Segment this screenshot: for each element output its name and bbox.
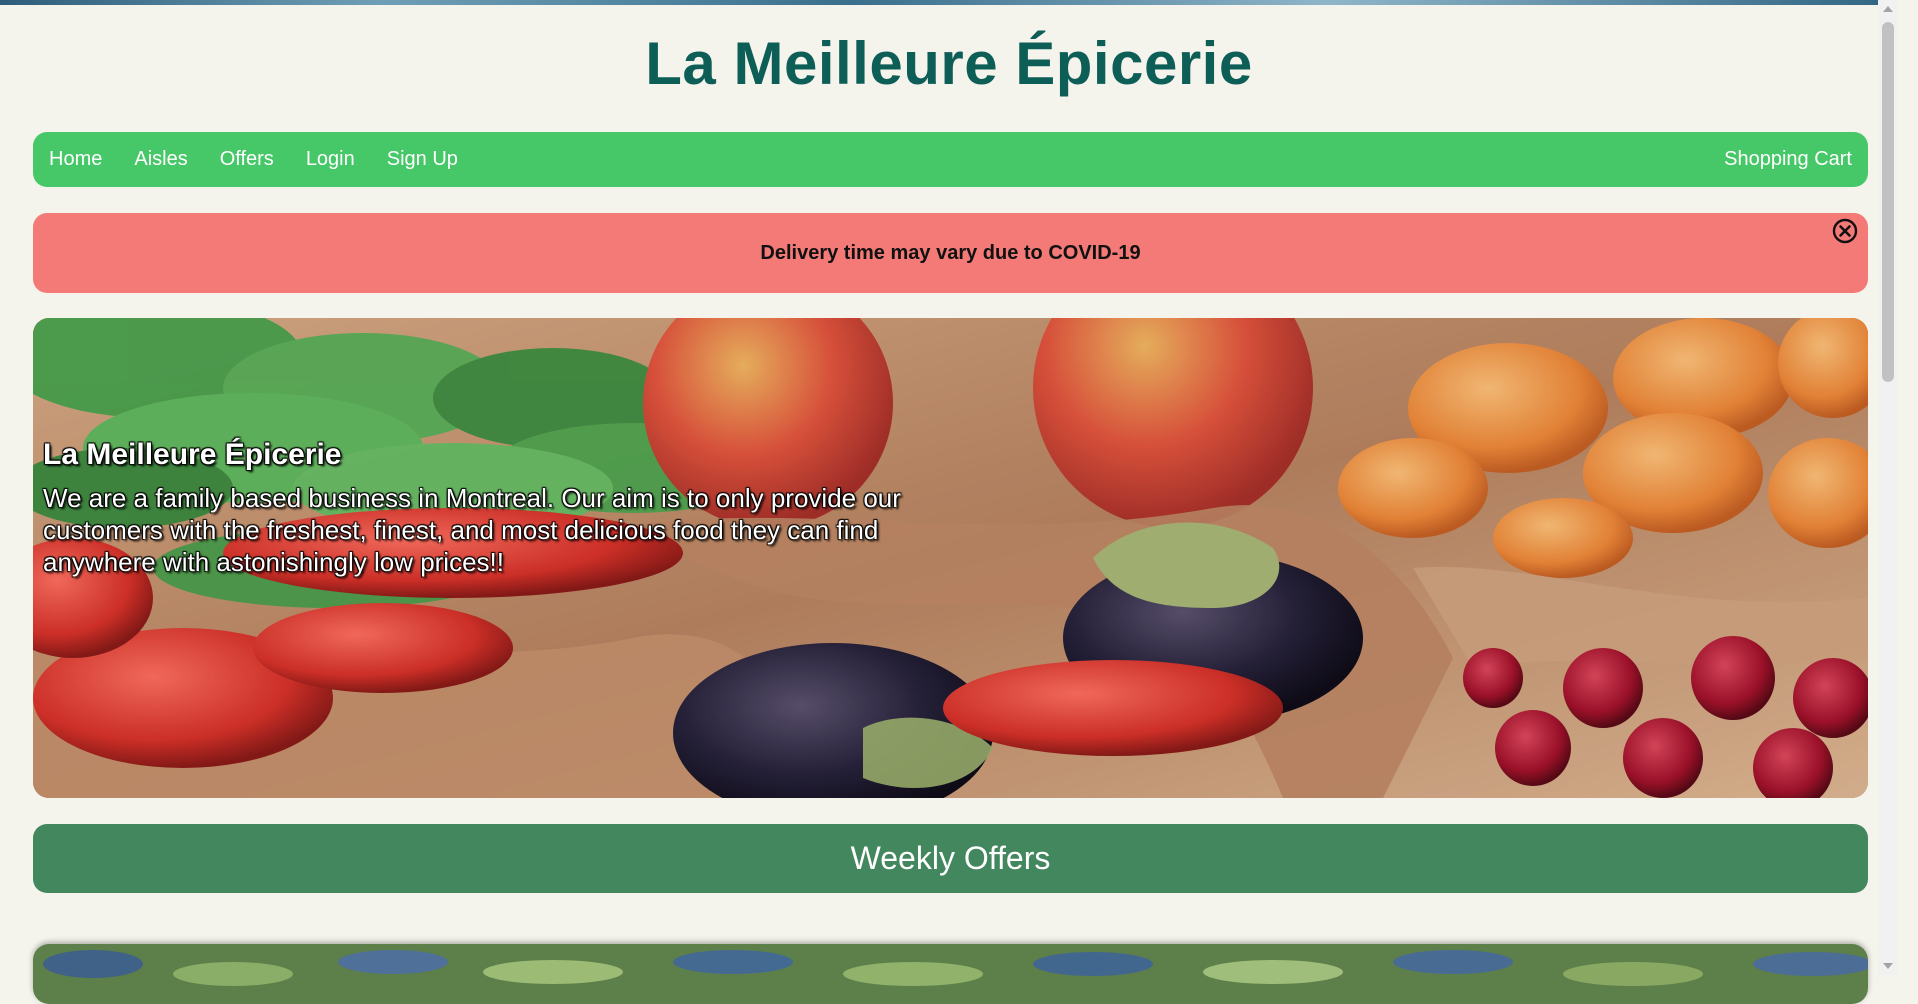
offer-image-preview[interactable] [33,944,1868,1004]
page: La Meilleure Épicerie Home Aisles Offers… [0,0,1898,1004]
weekly-offers-title: Weekly Offers [850,840,1051,876]
nav-item-aisles[interactable]: Aisles [134,132,187,187]
hero-text-block: La Meilleure Épicerie We are a family ba… [43,436,983,578]
site-title: La Meilleure Épicerie [645,30,1253,97]
scroll-down-arrow-icon[interactable] [1883,963,1893,969]
weekly-offers-header: Weekly Offers [33,824,1868,893]
main-navbar: Home Aisles Offers Login Sign Up Shoppin… [33,132,1868,187]
top-banner-strip [0,0,1898,5]
nav-item-sign-up[interactable]: Sign Up [387,132,458,187]
vertical-scrollbar[interactable] [1878,0,1898,975]
hero-title: La Meilleure Épicerie [43,438,342,471]
hero-banner: La Meilleure Épicerie We are a family ba… [33,318,1868,798]
scrollbar-thumb[interactable] [1882,22,1894,382]
shopping-cart-link[interactable]: Shopping Cart [1724,132,1852,187]
close-circle-icon[interactable] [1832,218,1858,244]
alert-message: Delivery time may vary due to COVID-19 [760,242,1141,264]
covid-alert-banner: Delivery time may vary due to COVID-19 [33,213,1868,293]
nav-links: Home Aisles Offers Login Sign Up [49,132,458,187]
nav-item-login[interactable]: Login [306,132,355,187]
scroll-up-arrow-icon[interactable] [1883,6,1893,12]
hero-description: We are a family based business in Montre… [43,483,901,577]
nav-item-offers[interactable]: Offers [220,132,274,187]
nav-item-home[interactable]: Home [49,132,102,187]
offer-image [33,944,1868,1004]
